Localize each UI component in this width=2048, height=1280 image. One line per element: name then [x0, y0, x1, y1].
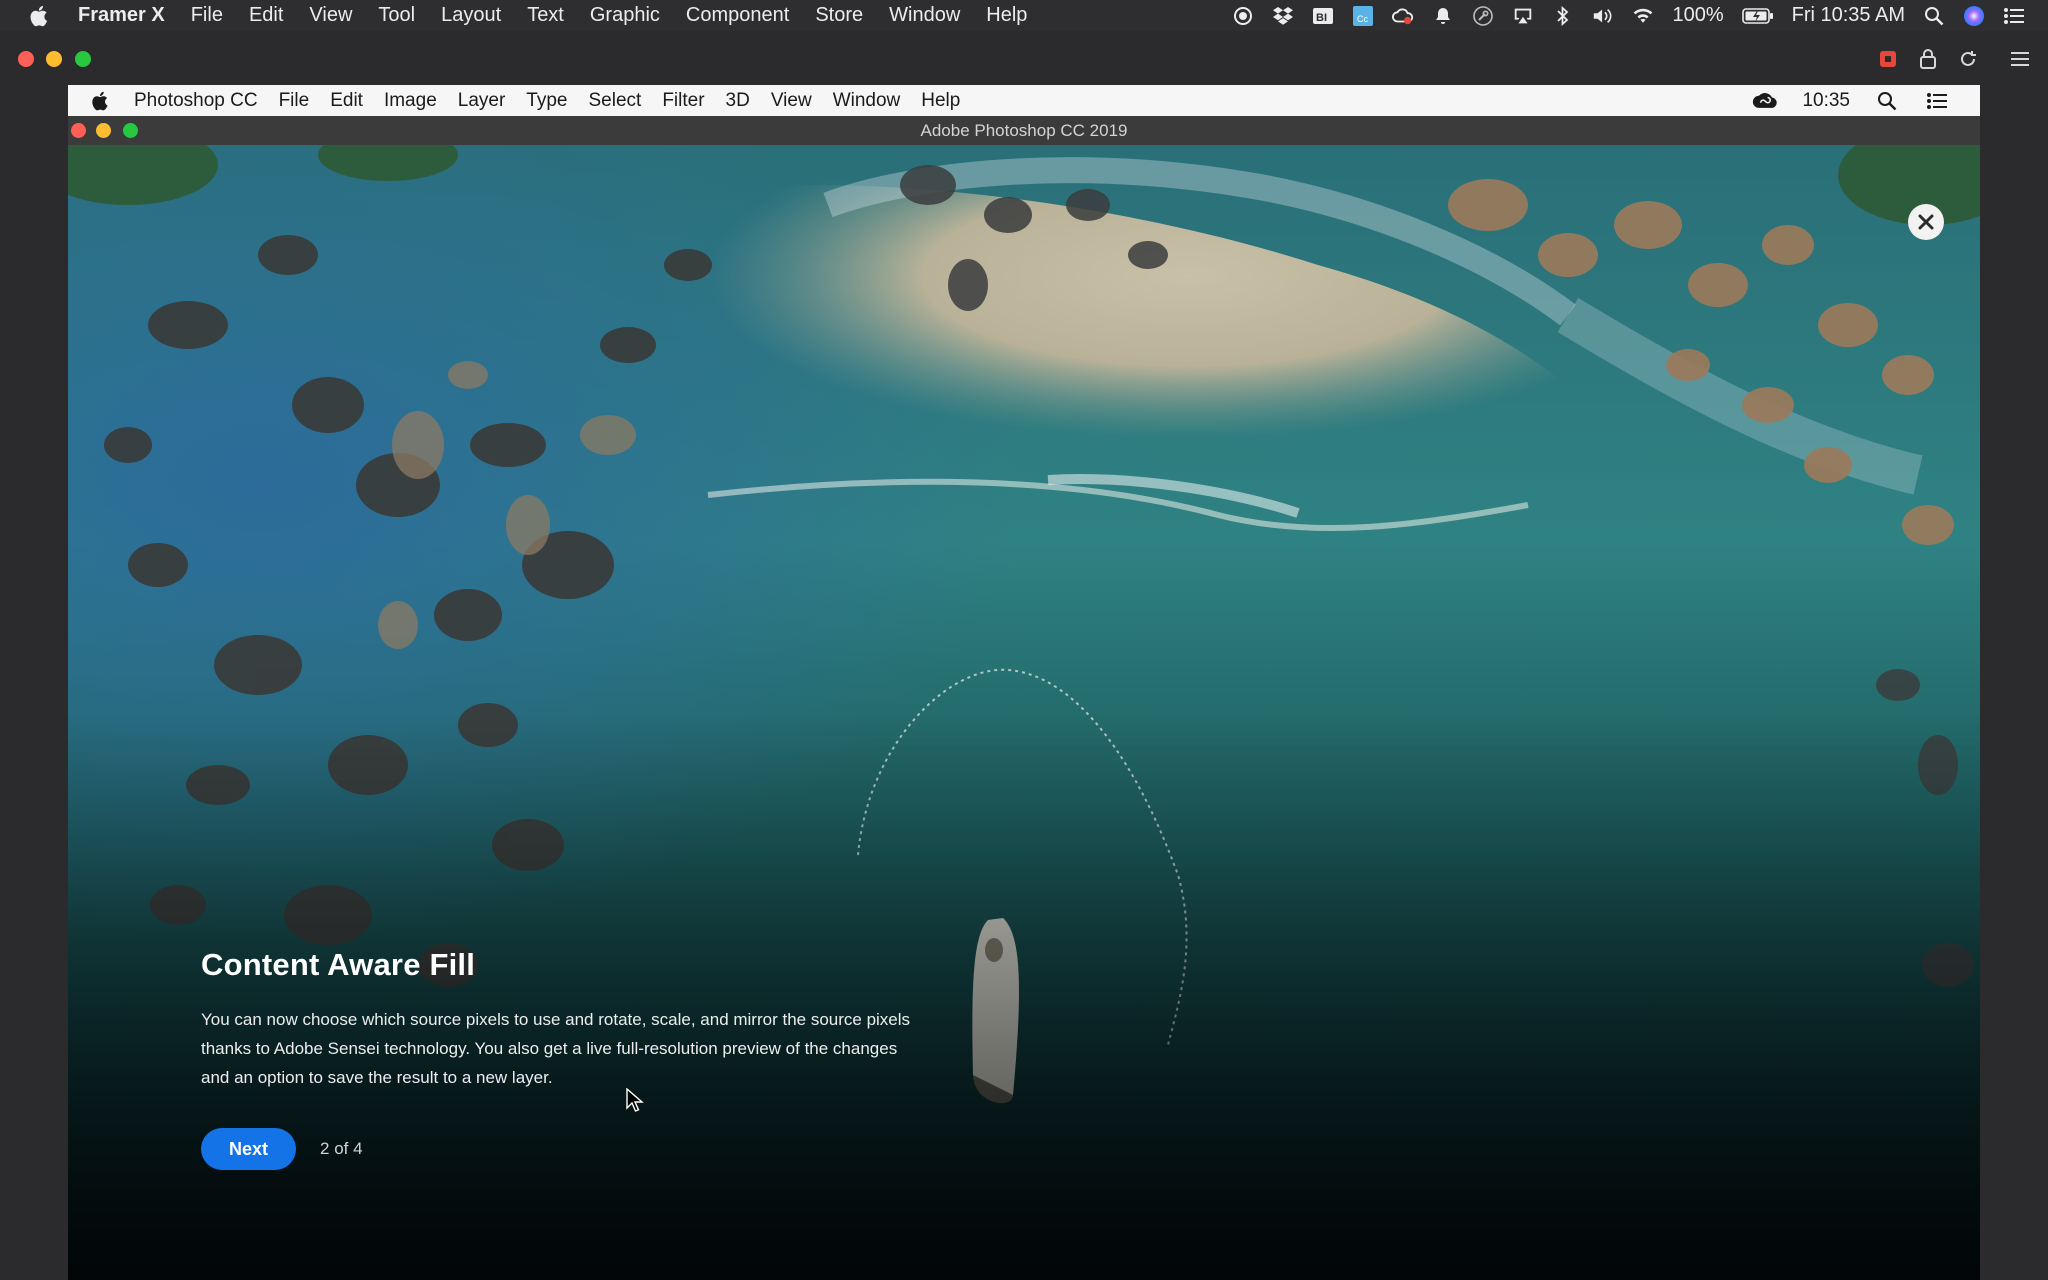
menu-file[interactable]: File [191, 4, 223, 27]
menu-bar-status-area: BI Cc 100% Fri 10:35 AM [1223, 0, 2034, 31]
window-close-button[interactable] [18, 51, 34, 67]
menu-help[interactable]: Help [986, 4, 1027, 27]
next-button[interactable]: Next [201, 1128, 297, 1170]
photoshop-preview-window: Photoshop CC File Edit Image Layer Type … [68, 85, 1980, 1280]
ps-window-zoom-button[interactable] [123, 123, 138, 138]
menu-graphic[interactable]: Graphic [590, 4, 660, 27]
battery-percentage: 100% [1672, 4, 1724, 26]
feature-actions: Next 2 of 4 [201, 1128, 921, 1170]
ps-menu-select[interactable]: Select [589, 90, 642, 112]
dropbox-icon[interactable] [1272, 5, 1294, 27]
svg-text:Cc: Cc [1357, 14, 1368, 24]
battery-icon[interactable] [1741, 5, 1774, 27]
bluetooth-icon[interactable] [1552, 5, 1574, 27]
ps-window-minimize-button[interactable] [96, 123, 111, 138]
feature-description: You can now choose which source pixels t… [201, 1010, 911, 1087]
mouse-cursor-icon [626, 1088, 644, 1112]
menu-window[interactable]: Window [889, 4, 960, 27]
siri-icon[interactable] [1963, 5, 1985, 27]
photoshop-title-bar: Adobe Photoshop CC 2019 [68, 116, 1980, 145]
window-zoom-button[interactable] [75, 51, 91, 67]
close-icon [1918, 214, 1934, 230]
menu-layout[interactable]: Layout [441, 4, 501, 27]
feature-title: Content Aware Fill [201, 947, 476, 982]
search-icon[interactable] [1874, 90, 1900, 112]
bartender-icon[interactable]: BI [1312, 5, 1334, 27]
page-indicator: 2 of 4 [320, 1139, 363, 1158]
spotlight-helper-icon[interactable] [1472, 5, 1494, 27]
record-stop-icon[interactable] [1876, 47, 1900, 71]
ps-menu-3d[interactable]: 3D [726, 90, 750, 112]
creative-cloud-badge-icon[interactable]: Cc [1352, 5, 1374, 27]
notification-bell-icon[interactable] [1432, 5, 1454, 27]
apple-logo-icon[interactable] [90, 90, 112, 112]
menu-text[interactable]: Text [527, 4, 564, 27]
ps-window-close-button[interactable] [71, 123, 86, 138]
ps-menu-layer[interactable]: Layer [458, 90, 506, 112]
search-icon[interactable] [1923, 5, 1945, 27]
ps-menu-filter[interactable]: Filter [662, 90, 704, 112]
menu-store[interactable]: Store [815, 4, 863, 27]
menu-tool[interactable]: Tool [378, 4, 415, 27]
ps-menu-status-area: 10:35 [1740, 85, 1962, 116]
window-minimize-button[interactable] [46, 51, 62, 67]
volume-icon[interactable] [1592, 5, 1614, 27]
airplay-icon[interactable] [1512, 5, 1534, 27]
refresh-icon[interactable] [1956, 47, 1980, 71]
menu-view[interactable]: View [309, 4, 352, 27]
svg-text:BI: BI [1316, 12, 1327, 24]
ps-menu-file[interactable]: File [279, 90, 310, 112]
mac-menu-bar: Framer X File Edit View Tool Layout Text… [0, 0, 2048, 31]
creative-cloud-icon[interactable] [1752, 90, 1778, 112]
lock-icon[interactable] [1916, 47, 1940, 71]
ps-menu-type[interactable]: Type [526, 90, 567, 112]
menu-bar-clock[interactable]: Fri 10:35 AM [1792, 4, 1905, 27]
ps-menu-clock[interactable]: 10:35 [1802, 90, 1850, 112]
feature-panel: Content Aware Fill You can now choose wh… [201, 947, 921, 1170]
ps-menu-edit[interactable]: Edit [330, 90, 363, 112]
framer-canvas-right [1980, 85, 2048, 1280]
record-icon[interactable] [1232, 5, 1254, 27]
notification-center-icon[interactable] [2003, 5, 2025, 27]
photoshop-menu-bar: Photoshop CC File Edit Image Layer Type … [68, 85, 1980, 116]
menu-app-framer-x[interactable]: Framer X [78, 4, 165, 27]
ps-menu-help[interactable]: Help [921, 90, 960, 112]
ps-menu-view[interactable]: View [771, 90, 812, 112]
ps-window-title: Adobe Photoshop CC 2019 [920, 121, 1128, 140]
framer-canvas-left [0, 85, 68, 1280]
apple-logo-icon[interactable] [28, 4, 52, 28]
menu-edit[interactable]: Edit [249, 4, 283, 27]
menu-icon[interactable] [2008, 47, 2032, 71]
wifi-icon[interactable] [1632, 5, 1654, 27]
framer-window-toolbar [0, 31, 2048, 87]
menu-component[interactable]: Component [686, 4, 789, 27]
ps-menu-app[interactable]: Photoshop CC [134, 90, 258, 112]
notification-center-icon[interactable] [1924, 90, 1950, 112]
cloud-sync-icon[interactable] [1392, 5, 1414, 27]
ps-menu-image[interactable]: Image [384, 90, 437, 112]
ps-menu-window[interactable]: Window [833, 90, 901, 112]
close-welcome-button[interactable] [1908, 204, 1944, 240]
